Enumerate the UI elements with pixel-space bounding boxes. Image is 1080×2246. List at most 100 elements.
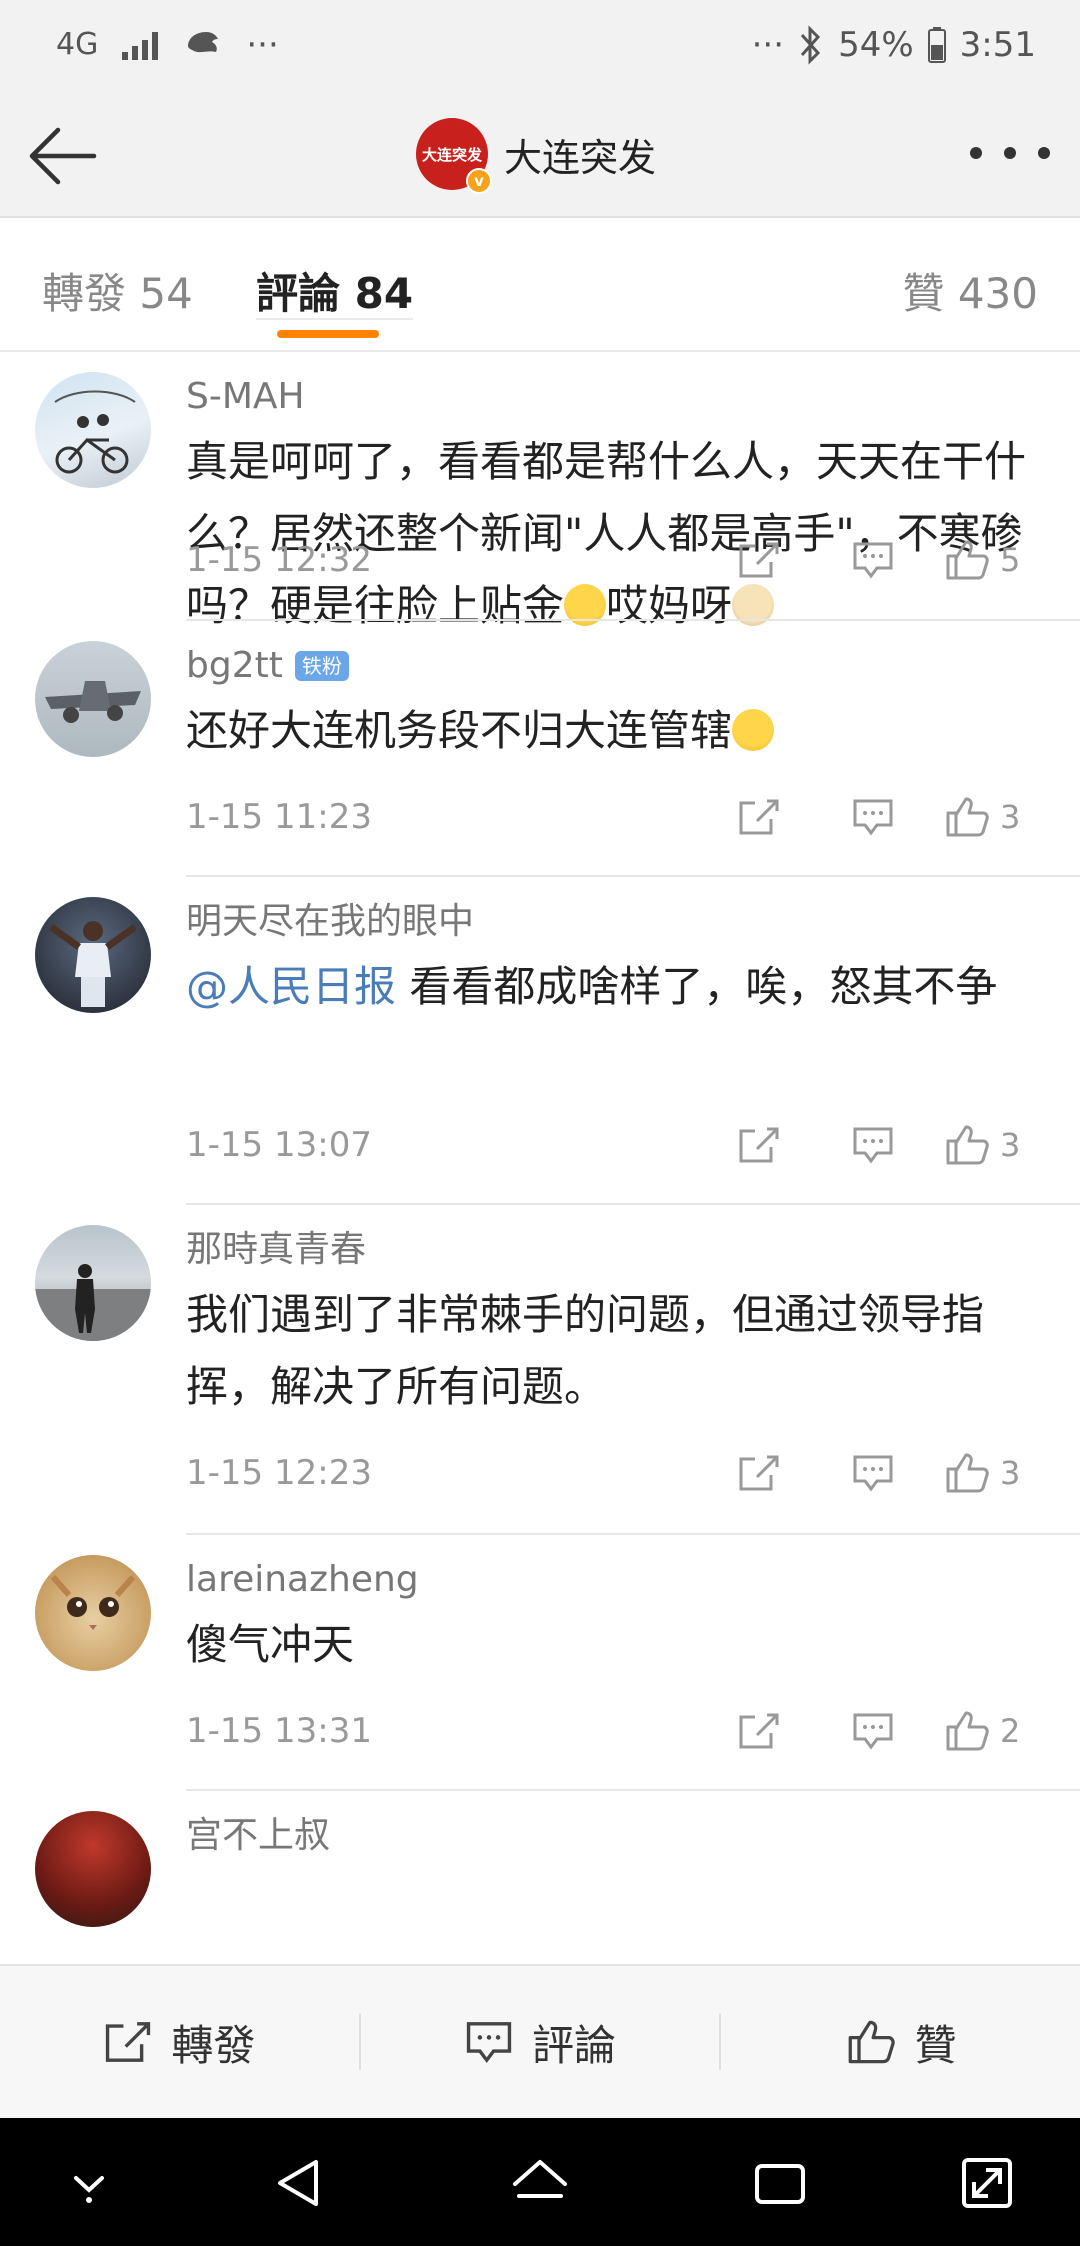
share-icon xyxy=(739,1127,779,1163)
like-count: 3 xyxy=(1000,1454,1021,1492)
share-icon xyxy=(739,1455,779,1491)
comment-item: lareinazheng 傻气冲天 1-15 13:31 2 xyxy=(0,1535,1080,1791)
like-count: 3 xyxy=(1000,798,1021,836)
avatar-image xyxy=(45,681,141,723)
like-button[interactable]: 5 xyxy=(944,530,1044,590)
share-icon xyxy=(739,542,779,578)
avatar-image xyxy=(50,1575,136,1630)
comment-text: 还好大连机务段不归大连管辖 xyxy=(186,695,1044,767)
avatar[interactable] xyxy=(35,641,151,757)
comment-text: @人民日报 看看都成啥样了，唉，怒其不争 xyxy=(186,951,1044,1023)
home-nav-icon[interactable] xyxy=(505,2148,575,2218)
avatar[interactable] xyxy=(35,897,151,1013)
comment-icon xyxy=(853,1127,893,1164)
status-more-dots: ··· xyxy=(246,25,279,65)
comment-text: 我们遇到了非常棘手的问题，但通过领导指挥，解决了所有问题。 xyxy=(186,1279,1044,1423)
verified-badge-icon: v xyxy=(466,168,492,194)
comment-username[interactable]: bg2tt xyxy=(186,641,283,691)
avatar[interactable] xyxy=(35,1225,151,1341)
active-tab-indicator xyxy=(277,330,379,338)
avatar-image xyxy=(54,390,136,474)
thumbs-up-icon xyxy=(946,1453,989,1493)
comment-icon xyxy=(853,799,893,836)
reply-button[interactable] xyxy=(834,1115,912,1175)
top-nav-bar: 大连突发 v 大连突发 xyxy=(0,90,1080,218)
account-avatar[interactable]: 大连突发 v xyxy=(416,118,492,194)
status-notif-dots: ··· xyxy=(751,25,785,65)
share-icon xyxy=(106,2022,151,2062)
like-button[interactable]: 3 xyxy=(944,787,1044,847)
like-count: 2 xyxy=(1000,1712,1021,1750)
avatar[interactable] xyxy=(35,1811,151,1927)
comment-text-part: 看看都成啥样了，唉，怒其不争 xyxy=(396,962,998,1011)
bluetooth-icon xyxy=(800,25,821,65)
thumbs-up-icon xyxy=(946,1125,989,1165)
bottom-repost-label: 轉發 xyxy=(171,2020,256,2070)
comment-item: 明天尽在我的眼中 @人民日报 看看都成啥样了，唉，怒其不争 1-15 13:07… xyxy=(0,877,1080,1205)
tab-bar: 轉發 54 評論 84 贊 430 xyxy=(0,218,1080,352)
bottom-like-label: 贊 xyxy=(914,2020,957,2070)
share-icon xyxy=(739,799,779,835)
avatar[interactable] xyxy=(35,1555,151,1671)
page-title: 大连突发 xyxy=(504,135,657,180)
comment-time: 1-15 12:23 xyxy=(186,1453,372,1493)
like-button[interactable]: 3 xyxy=(944,1443,1044,1503)
comment-username[interactable]: 宫不上叔 xyxy=(186,1811,330,1861)
like-count: 5 xyxy=(1000,541,1021,579)
comment-username[interactable]: 那時真青春 xyxy=(186,1225,366,1275)
laugh-cry-emoji-icon xyxy=(732,709,775,751)
avatar-image xyxy=(35,1264,151,1341)
battery-icon xyxy=(927,27,946,63)
like-button[interactable]: 2 xyxy=(944,1701,1044,1761)
tab-likes[interactable]: 贊 430 xyxy=(902,260,1038,321)
system-navigation-bar xyxy=(0,2118,1080,2246)
recent-apps-icon[interactable] xyxy=(745,2148,815,2218)
reply-button[interactable] xyxy=(834,1443,912,1503)
thumbs-up-icon xyxy=(848,2020,895,2064)
bottom-comment-button[interactable]: 評論 xyxy=(361,1997,720,2087)
comment-time: 1-15 13:31 xyxy=(186,1711,372,1751)
network-label: 4G xyxy=(56,27,99,62)
reply-button[interactable] xyxy=(834,1701,912,1761)
comment-username[interactable]: S-MAH xyxy=(186,372,305,422)
bottom-like-button[interactable]: 贊 xyxy=(721,1997,1080,2087)
comment-icon xyxy=(466,2022,512,2064)
comment-time: 1-15 11:23 xyxy=(186,797,372,837)
like-button[interactable]: 3 xyxy=(944,1115,1044,1175)
thumbs-up-icon xyxy=(946,797,989,837)
avatar-image xyxy=(48,921,138,1007)
battery-percent: 54% xyxy=(838,25,914,65)
share-button[interactable] xyxy=(720,530,798,590)
comment-item: S-MAH 真是呵呵了，看看都是帮什么人，天天在干什么？居然还整个新闻"人人都是… xyxy=(0,352,1080,630)
comment-username[interactable]: lareinazheng xyxy=(186,1555,419,1605)
comment-text-part: 还好大连机务段不归大连管辖 xyxy=(186,706,733,755)
tab-repost[interactable]: 轉發 54 xyxy=(42,260,193,321)
share-button[interactable] xyxy=(720,1443,798,1503)
back-nav-icon[interactable] xyxy=(264,2148,334,2218)
more-menu-icon[interactable] xyxy=(970,128,1050,178)
bottom-comment-label: 評論 xyxy=(532,2020,617,2070)
comment-username[interactable]: 明天尽在我的眼中 xyxy=(186,897,474,947)
bottom-repost-button[interactable]: 轉發 xyxy=(0,1997,359,2087)
share-button[interactable] xyxy=(720,1701,798,1761)
thumbs-up-icon xyxy=(946,540,989,580)
reply-button[interactable] xyxy=(834,787,912,847)
back-arrow-icon[interactable] xyxy=(24,116,108,196)
expand-icon[interactable] xyxy=(952,2148,1022,2218)
comment-list[interactable]: S-MAH 真是呵呵了，看看都是帮什么人，天天在干什么？居然还整个新闻"人人都是… xyxy=(0,352,1080,1964)
tab-comments[interactable]: 評論 84 xyxy=(256,269,414,320)
share-button[interactable] xyxy=(720,1115,798,1175)
share-button[interactable] xyxy=(720,787,798,847)
like-count: 3 xyxy=(1000,1126,1021,1164)
bird-icon xyxy=(188,32,219,53)
account-title[interactable]: 大连突发 v 大连突发 xyxy=(416,116,657,194)
bottom-action-bar: 轉發 評論 贊 xyxy=(0,1964,1080,2118)
thumbs-up-icon xyxy=(946,1711,989,1751)
signal-icon xyxy=(122,30,159,60)
mention-link[interactable]: @人民日报 xyxy=(186,962,396,1011)
comment-icon xyxy=(853,1455,893,1492)
hide-keyboard-icon[interactable] xyxy=(54,2148,124,2218)
reply-button[interactable] xyxy=(834,530,912,590)
avatar[interactable] xyxy=(35,372,151,488)
fan-badge: 铁粉 xyxy=(294,651,349,681)
